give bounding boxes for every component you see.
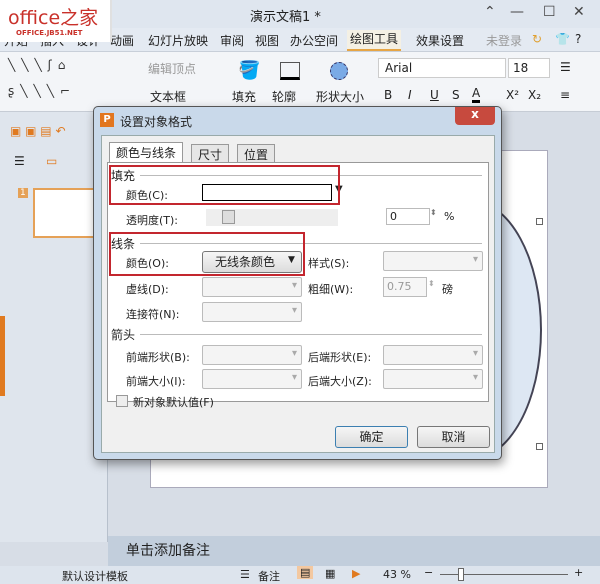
weight-unit-dropdown[interactable]: 磅 [442, 281, 453, 297]
dialog-title: 设置对象格式 [120, 113, 192, 130]
cancel-button[interactable]: 取消 [417, 426, 490, 448]
transparency-spinner[interactable]: ⬍ [430, 208, 437, 217]
tab-position[interactable]: 位置 [237, 144, 275, 162]
tab-panel: 填充 颜色(C): ▼ 透明度(T): 0 ⬍ % 线条 颜色(O): 无线条颜… [107, 162, 489, 402]
menu-animation[interactable]: 动画 [110, 32, 134, 49]
arrows-group-label: 箭头 [111, 326, 135, 343]
maximize-button[interactable]: ☐ [543, 4, 556, 20]
document-title: 演示文稿1 * [250, 6, 321, 25]
notes-area[interactable]: 单击添加备注 [108, 536, 600, 566]
strikethrough-button[interactable]: S [452, 88, 460, 102]
outline-icon [280, 62, 300, 80]
font-color-button[interactable]: A [472, 86, 480, 103]
underline-button[interactable]: U [430, 88, 439, 102]
sorter-view-icon[interactable]: ▦ [325, 567, 335, 580]
dash-select[interactable] [202, 277, 302, 297]
highlight-box [109, 165, 340, 205]
percent-label: % [444, 210, 454, 223]
fill-button[interactable]: 填充 [232, 88, 256, 105]
slide-number: 1 [18, 188, 28, 198]
begin-size-label: 前端大小(I): [126, 373, 186, 389]
close-button[interactable]: ✕ [573, 4, 585, 20]
shape-size-button[interactable]: 形状大小 [316, 88, 364, 105]
line-shapes-gallery[interactable]: ╲╲╲ʃ⌂ [8, 58, 71, 72]
transparency-label: 透明度(T): [126, 212, 178, 228]
menu-drawing-tools[interactable]: 绘图工具 [347, 30, 401, 51]
menu-office-space[interactable]: 办公空间 [290, 32, 338, 49]
minimize-button[interactable]: — [510, 4, 524, 20]
menu-slideshow[interactable]: 幻灯片放映 [148, 32, 208, 49]
tab-colors-lines[interactable]: 颜色与线条 [109, 142, 183, 163]
line-style-label: 样式(S): [308, 255, 349, 271]
notes-toggle-icon[interactable]: ☰ [240, 568, 250, 581]
italic-button[interactable]: I [408, 88, 412, 102]
transparency-slider-thumb[interactable] [222, 210, 235, 224]
template-name: 默认设计模板 [62, 568, 128, 584]
weight-input[interactable]: 0.75 [383, 277, 427, 297]
fill-bucket-icon: 🪣 [238, 60, 260, 81]
bold-button[interactable]: B [384, 88, 392, 102]
connector-label: 连接符(N): [126, 306, 180, 322]
line-style-select[interactable] [383, 251, 483, 271]
format-object-dialog: P 设置对象格式 x 颜色与线条 尺寸 位置 填充 颜色(C): ▼ 透明度(T… [93, 106, 502, 460]
ok-button[interactable]: 确定 [335, 426, 408, 448]
font-family-select[interactable]: Arial [378, 58, 506, 78]
connector-select[interactable] [202, 302, 302, 322]
menu-review[interactable]: 审阅 [220, 32, 244, 49]
line-shapes-gallery-row2[interactable]: ʂ╲╲╲⌐ [8, 84, 76, 98]
outline-button[interactable]: 轮廓 [272, 88, 296, 105]
end-size-label: 后端大小(Z): [308, 373, 372, 389]
begin-size-select[interactable] [202, 369, 302, 389]
slides-tab-icon[interactable]: ▭ [46, 154, 57, 168]
outline-tab-icon[interactable]: ☰ [14, 154, 25, 168]
bullets-icon[interactable]: ☰ [560, 60, 571, 74]
end-style-select[interactable] [383, 345, 483, 365]
weight-label: 粗细(W): [308, 281, 353, 297]
zoom-level: 43 % [383, 568, 411, 581]
dialog-close-button[interactable]: x [455, 107, 495, 125]
ribbon: ╲╲╲ʃ⌂ ʂ╲╲╲⌐ 编辑顶点 文本框 🪣 填充 轮廓 形状大小 Arial … [0, 52, 600, 112]
panel-toggle[interactable] [0, 316, 5, 396]
zoom-out-button[interactable]: − [424, 566, 433, 579]
site-logo: office之家OFFICE.JB51.NET [0, 0, 112, 42]
help-icon[interactable]: ? [575, 32, 581, 46]
transparency-input[interactable]: 0 [386, 208, 430, 225]
begin-style-label: 前端形状(B): [126, 349, 190, 365]
highlight-box [109, 232, 305, 276]
default-checkbox-label: 新对象默认值(F) [133, 394, 214, 410]
toolbar-icons[interactable]: ▣ ▣ ▤ ↶ [10, 124, 66, 138]
login-link[interactable]: 未登录 [486, 32, 522, 49]
begin-style-select[interactable] [202, 345, 302, 365]
align-icon[interactable]: ≡ [560, 88, 570, 102]
subscript-button[interactable]: X₂ [528, 88, 541, 102]
font-size-select[interactable]: 18 [508, 58, 550, 78]
menu-effects[interactable]: 效果设置 [416, 32, 464, 49]
end-style-label: 后端形状(E): [308, 349, 371, 365]
end-size-select[interactable] [383, 369, 483, 389]
slideshow-icon[interactable]: ▶ [352, 567, 360, 580]
default-checkbox[interactable] [116, 395, 128, 407]
weight-spinner[interactable]: ⬍ [428, 279, 435, 288]
app-icon: P [100, 113, 114, 127]
edit-points-button[interactable]: 编辑顶点 [148, 60, 196, 77]
menu-view[interactable]: 视图 [255, 32, 279, 49]
dash-label: 虚线(D): [126, 281, 169, 297]
resize-handle[interactable] [536, 443, 543, 450]
slide-panel: ▣ ▣ ▤ ↶ ☰ ▭ 1 [0, 112, 108, 542]
superscript-button[interactable]: X² [506, 88, 519, 102]
tab-size[interactable]: 尺寸 [191, 144, 229, 162]
normal-view-icon[interactable]: ▤ [297, 566, 313, 579]
resize-handle[interactable] [536, 218, 543, 225]
textbox-button[interactable]: 文本框 [150, 88, 186, 105]
zoom-in-button[interactable]: + [574, 566, 583, 579]
shape-size-icon [330, 62, 348, 80]
skin-icon[interactable]: 👕 [555, 32, 570, 46]
status-bar: 默认设计模板 ☰ 备注 ▤ ▦ ▶ 43 % − + [0, 566, 600, 584]
refresh-icon[interactable]: ↻ [532, 32, 542, 46]
notes-toggle[interactable]: 备注 [258, 568, 280, 584]
zoom-slider-thumb[interactable] [458, 568, 464, 581]
collapse-ribbon-icon[interactable]: ⌃ [484, 4, 496, 20]
